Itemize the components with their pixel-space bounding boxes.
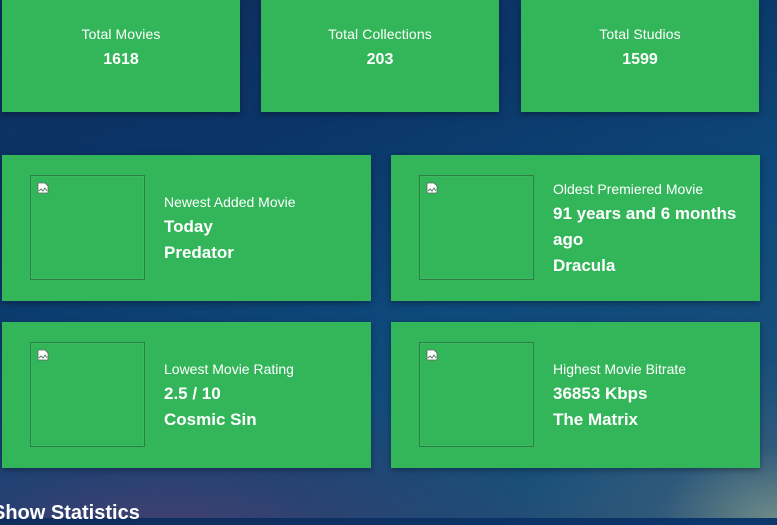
movie-stat-label: Newest Added Movie <box>164 194 296 210</box>
movie-title[interactable]: Cosmic Sin <box>164 407 361 433</box>
stat-card-total-movies: Total Movies 1618 <box>2 0 240 112</box>
movie-card-lowest-rating[interactable]: Lowest Movie Rating 2.5 / 10 Cosmic Sin <box>2 322 371 468</box>
movie-title[interactable]: The Matrix <box>553 407 750 433</box>
stat-value: 1599 <box>622 51 658 68</box>
movie-poster[interactable] <box>419 175 534 280</box>
movie-card-highest-bitrate[interactable]: Highest Movie Bitrate 36853 Kbps The Mat… <box>391 322 760 468</box>
movie-stat-label: Highest Movie Bitrate <box>553 361 687 377</box>
stat-card-total-collections: Total Collections 203 <box>261 0 499 112</box>
movie-stat-label: Oldest Premiered Movie <box>553 181 704 197</box>
movie-poster[interactable] <box>30 342 145 447</box>
movie-info: Highest Movie Bitrate 36853 Kbps The Mat… <box>553 361 750 433</box>
movie-info: Oldest Premiered Movie 91 years and 6 mo… <box>553 181 750 279</box>
movie-stat-value: Today <box>164 217 213 236</box>
movie-title[interactable]: Predator <box>164 240 361 266</box>
movie-poster[interactable] <box>30 175 145 280</box>
movie-stat-value: 36853 Kbps <box>553 384 648 403</box>
movie-info: Lowest Movie Rating 2.5 / 10 Cosmic Sin <box>164 361 361 433</box>
broken-image-icon <box>426 349 438 361</box>
movie-card-oldest-premiered[interactable]: Oldest Premiered Movie 91 years and 6 mo… <box>391 155 760 301</box>
broken-image-icon <box>37 182 49 194</box>
movie-info: Newest Added Movie Today Predator <box>164 194 361 266</box>
broken-image-icon <box>426 182 438 194</box>
stat-label: Total Studios <box>599 26 681 42</box>
stat-value: 1618 <box>103 51 139 68</box>
stat-label: Total Collections <box>328 26 432 42</box>
movie-title[interactable]: Dracula <box>553 253 750 279</box>
broken-image-icon <box>37 349 49 361</box>
stat-value: 203 <box>366 51 394 68</box>
stat-label: Total Movies <box>81 26 161 42</box>
stat-card-total-studios: Total Studios 1599 <box>521 0 759 112</box>
movie-poster[interactable] <box>419 342 534 447</box>
movie-stat-value: 91 years and 6 months ago <box>553 204 737 249</box>
movie-stat-label: Lowest Movie Rating <box>164 361 294 377</box>
movie-card-newest-added[interactable]: Newest Added Movie Today Predator <box>2 155 371 301</box>
section-heading: Show Statistics <box>0 502 140 524</box>
movie-stat-value: 2.5 / 10 <box>164 384 221 403</box>
